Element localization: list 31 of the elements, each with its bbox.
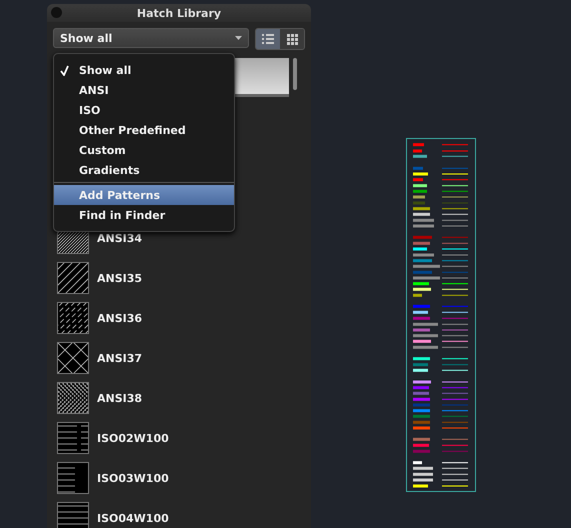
pattern-name[interactable]: ANSI38 [97, 392, 142, 404]
pattern-name[interactable]: ANSI36 [97, 312, 142, 324]
grid-view-button[interactable] [280, 29, 304, 49]
hatch-pattern-icon [57, 382, 89, 414]
dropdown-caret-icon [235, 36, 242, 40]
window-title: Hatch Library [136, 6, 222, 20]
menu-item[interactable]: ANSI [54, 80, 234, 100]
menu-item[interactable]: ISO [54, 100, 234, 120]
hatch-pattern-icon [57, 302, 89, 334]
pattern-name[interactable]: ANSI35 [97, 272, 142, 284]
menu-item[interactable]: Show all [54, 60, 234, 80]
menu-item[interactable]: Find in Finder [54, 205, 234, 225]
menu-item[interactable]: Add Patterns [54, 185, 234, 205]
menu-item[interactable]: Gradients [54, 160, 234, 180]
pattern-name[interactable]: ANSI34 [97, 232, 142, 244]
hatch-pattern-icon [57, 422, 89, 454]
scrollbar-thumb[interactable] [293, 58, 297, 90]
hatch-pattern-icon [57, 502, 89, 528]
pattern-name[interactable]: ISO04W100 [97, 512, 169, 524]
filter-dropdown[interactable]: Show all [53, 28, 249, 48]
grid-icon [286, 34, 298, 44]
hatch-pattern-icon [57, 262, 89, 294]
hatch-pattern-icon [57, 462, 89, 494]
menu-item[interactable]: Other Predefined [54, 120, 234, 140]
pattern-name[interactable]: ISO03W100 [97, 472, 169, 484]
pattern-name[interactable]: ANSI37 [97, 352, 142, 364]
list-view-button[interactable] [256, 29, 280, 49]
menu-item[interactable]: Custom [54, 140, 234, 160]
hatch-pattern-icon [57, 342, 89, 374]
pattern-name[interactable]: ISO02W100 [97, 432, 169, 444]
list-icon [262, 34, 274, 44]
